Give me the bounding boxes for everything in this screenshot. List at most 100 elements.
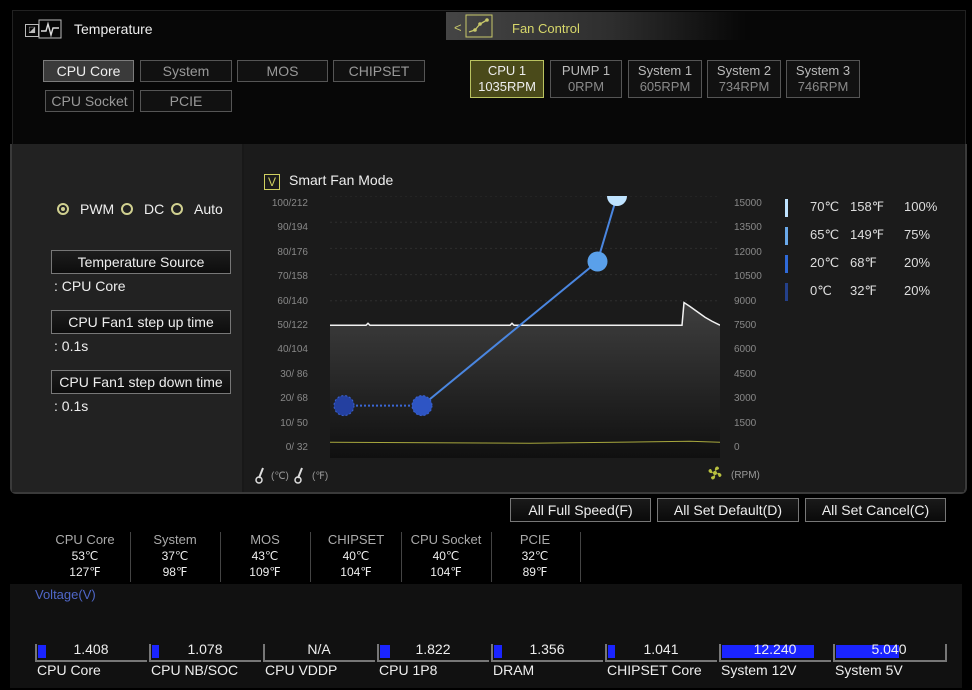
y-right-tick: 1500: [734, 417, 757, 429]
fan-rpm: 746RPM: [797, 79, 849, 94]
legend-fahrenheit: 32℉: [850, 283, 877, 298]
legend-color-swatch: [785, 199, 788, 217]
fan-control-title: Fan Control: [512, 21, 580, 36]
legend-color-swatch: [785, 283, 788, 301]
legend-fahrenheit: 149℉: [850, 227, 885, 242]
fan-name: CPU 1: [487, 63, 527, 78]
fan-curve-chart[interactable]: [330, 196, 720, 458]
fan-name: System 2: [716, 63, 772, 78]
fan-curve-icon: [465, 14, 493, 38]
source-mos-button[interactable]: MOS: [237, 60, 328, 82]
y-right-tick: 3000: [734, 393, 757, 405]
source-chipset-button[interactable]: CHIPSET: [333, 60, 425, 82]
reading-name: MOS: [250, 532, 280, 547]
source-cpu-socket-button[interactable]: CPU Socket: [45, 90, 134, 112]
voltage-name: CPU 1P8: [379, 662, 438, 678]
step-down-time-value: : 0.1s: [54, 398, 89, 414]
fan-icon: [708, 466, 722, 480]
voltage-name: DRAM: [493, 662, 535, 678]
reading-celsius: 43℃: [251, 549, 279, 563]
all-full-speed-button[interactable]: All Full Speed(F): [510, 498, 651, 522]
legend-percent: 75%: [904, 227, 931, 242]
all-set-default-button[interactable]: All Set Default(D): [657, 498, 799, 522]
unit-rpm: (RPM): [731, 470, 760, 481]
step-up-time-value: : 0.1s: [54, 338, 89, 354]
legend-celsius: 0℃: [810, 283, 832, 298]
temperature-reading: System 37℃ 98℉: [130, 532, 220, 580]
reading-celsius: 32℃: [521, 549, 549, 563]
y-left-tick: 100/212: [271, 198, 308, 209]
voltage-value: 1.356: [529, 641, 565, 657]
legend-percent: 20%: [904, 283, 931, 298]
source-system-button[interactable]: System: [140, 60, 232, 82]
reading-celsius: 37℃: [161, 549, 189, 563]
voltage-value: 1.408: [73, 641, 109, 657]
fan-system1-button[interactable]: System 1 605RPM: [628, 60, 702, 98]
unit-fahrenheit: (℉): [312, 471, 329, 482]
chevron-left-icon[interactable]: <: [454, 20, 462, 35]
reading-name: CPU Core: [55, 532, 115, 547]
fan-rpm: 734RPM: [718, 79, 770, 94]
y-right-tick: 0: [734, 442, 740, 453]
smart-fan-checkbox[interactable]: V: [264, 174, 280, 190]
temperature-reading: MOS 43℃ 109℉: [220, 532, 310, 580]
step-up-time-button[interactable]: CPU Fan1 step up time: [51, 310, 231, 334]
fan-pump1-button[interactable]: PUMP 1 0RPM: [550, 60, 622, 98]
y-left-tick: 90/194: [277, 222, 308, 234]
fan-cpu1-button[interactable]: CPU 1 1035RPM: [470, 60, 544, 98]
y-right-tick: 7500: [734, 320, 757, 331]
y-left-tick: 0/ 32: [285, 442, 308, 453]
all-set-cancel-button[interactable]: All Set Cancel(C): [805, 498, 946, 522]
y-left-tick: 70/158: [277, 271, 308, 283]
fan-rpm: 605RPM: [639, 79, 691, 94]
voltage-name: CHIPSET Core: [607, 662, 702, 678]
reading-divider: [580, 532, 581, 582]
y-left-tick: 40/104: [277, 344, 308, 356]
legend-celsius: 65℃: [810, 227, 840, 242]
y-left-tick: 80/176: [277, 246, 308, 258]
collapse-icon[interactable]: ◪: [25, 24, 39, 37]
thermometer-c-icon: [255, 467, 264, 484]
y-right-tick: 15000: [734, 198, 762, 209]
y-right-tick: 9000: [734, 295, 757, 307]
legend-color-swatch: [785, 255, 788, 273]
reading-name: System: [153, 532, 197, 547]
reading-name: CPU Socket: [410, 532, 482, 547]
fan-system3-button[interactable]: System 3 746RPM: [786, 60, 860, 98]
voltage-value: 1.078: [187, 641, 223, 657]
source-pcie-button[interactable]: PCIE: [140, 90, 232, 112]
fan-name: PUMP 1: [561, 63, 611, 78]
legend-celsius: 20℃: [810, 255, 840, 270]
radio-pwm[interactable]: [57, 203, 69, 215]
temperature-reading: CHIPSET 40℃ 104℉: [311, 532, 401, 580]
curve-point-handle[interactable]: [587, 251, 608, 272]
legend-percent: 100%: [904, 199, 938, 214]
curve-point-handle[interactable]: [333, 395, 355, 417]
radio-pwm-label: PWM: [80, 201, 115, 217]
curve-point-handle[interactable]: [607, 196, 627, 206]
curve-point-handle[interactable]: [411, 395, 433, 417]
temperature-source-button[interactable]: Temperature Source: [51, 250, 231, 274]
legend-percent: 20%: [904, 255, 931, 270]
thermometer-f-icon: [294, 467, 303, 484]
voltage-bar-tick: [945, 644, 947, 662]
reading-name: PCIE: [519, 532, 551, 547]
temperature-graph-icon: [38, 19, 62, 39]
unit-celsius: (℃): [271, 471, 289, 482]
voltage-value: 12.240: [753, 641, 797, 657]
reading-fahrenheit: 98℉: [162, 565, 188, 579]
radio-auto-label: Auto: [194, 201, 223, 217]
step-down-time-button[interactable]: CPU Fan1 step down time: [51, 370, 231, 394]
radio-dc-label: DC: [144, 201, 165, 217]
y-right-tick: 6000: [734, 344, 757, 356]
radio-dc[interactable]: [121, 203, 133, 215]
reading-celsius: 40℃: [342, 549, 370, 563]
voltage-name: CPU VDDP: [265, 662, 338, 678]
radio-auto[interactable]: [171, 203, 183, 215]
fan-system2-button[interactable]: System 2 734RPM: [707, 60, 781, 98]
y-left-tick: 30/ 86: [280, 368, 308, 380]
fan-rpm: 1035RPM: [478, 79, 536, 94]
legend-color-swatch: [785, 227, 788, 245]
y-right-tick: 4500: [734, 368, 757, 380]
source-cpu-core-button[interactable]: CPU Core: [43, 60, 134, 82]
